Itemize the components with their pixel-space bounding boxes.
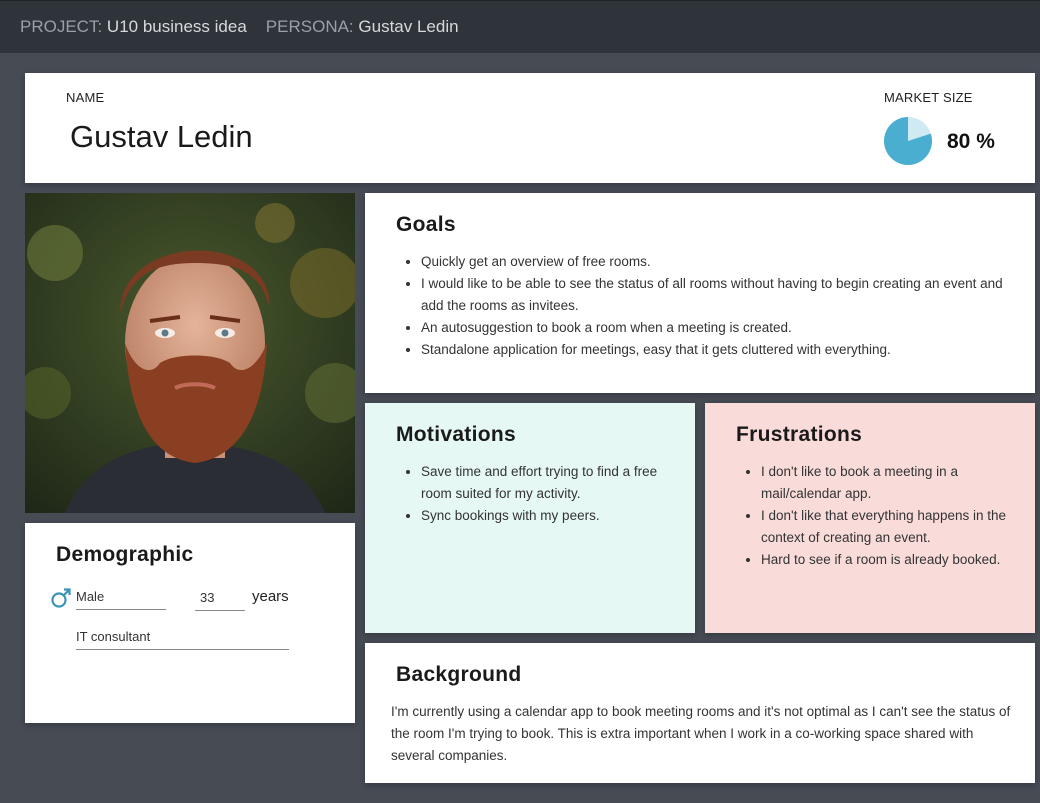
goals-card: Goals Quickly get an overview of free ro… xyxy=(365,193,1035,393)
demographic-card: Demographic Male 33 years IT consultant xyxy=(25,523,355,723)
frustrations-list: I don't like to book a meeting in a mail… xyxy=(736,461,1011,571)
age-unit-label: years xyxy=(252,588,289,605)
market-size-pie-chart xyxy=(884,117,932,165)
motivations-item[interactable]: Sync bookings with my peers. xyxy=(421,505,666,527)
persona-info: PERSONA: Gustav Ledin xyxy=(266,17,459,37)
goals-item[interactable]: An autosuggestion to book a room when a … xyxy=(421,317,1006,339)
motivations-card: Motivations Save time and effort trying … xyxy=(365,403,695,633)
market-size-value[interactable]: 80 % xyxy=(947,130,995,154)
persona-name-field[interactable]: Gustav Ledin xyxy=(70,119,253,155)
motivations-title: Motivations xyxy=(396,423,516,446)
frustrations-item[interactable]: I don't like to book a meeting in a mail… xyxy=(761,461,1011,505)
frustrations-title: Frustrations xyxy=(736,423,863,446)
name-card: NAME Gustav Ledin MARKET SIZE 80 % xyxy=(25,73,1035,183)
gender-field[interactable]: Male xyxy=(76,589,166,610)
goals-item[interactable]: Standalone application for meetings, eas… xyxy=(421,339,1006,361)
male-icon xyxy=(51,588,71,608)
motivations-item[interactable]: Save time and effort trying to find a fr… xyxy=(421,461,666,505)
persona-photo-image xyxy=(25,193,355,513)
motivations-list: Save time and effort trying to find a fr… xyxy=(396,461,666,527)
background-text[interactable]: I'm currently using a calendar app to bo… xyxy=(391,701,1011,767)
age-field[interactable]: 33 xyxy=(195,590,245,611)
frustrations-card: Frustrations I don't like to book a meet… xyxy=(705,403,1035,633)
background-title: Background xyxy=(396,663,522,686)
goals-item[interactable]: Quickly get an overview of free rooms. xyxy=(421,251,1006,273)
background-card: Background I'm currently using a calenda… xyxy=(365,643,1035,783)
goals-item[interactable]: I would like to be able to see the statu… xyxy=(421,273,1006,317)
persona-name: Gustav Ledin xyxy=(358,17,459,36)
goals-list: Quickly get an overview of free rooms. I… xyxy=(396,251,1006,361)
goals-title: Goals xyxy=(396,213,456,236)
name-label: NAME xyxy=(66,90,105,105)
demographic-title: Demographic xyxy=(56,543,194,566)
project-label: PROJECT: xyxy=(20,17,103,36)
top-bar: PROJECT: U10 business idea PERSONA: Gust… xyxy=(0,0,1040,53)
project-info: PROJECT: U10 business idea xyxy=(20,17,247,37)
persona-label: PERSONA: xyxy=(265,17,354,36)
persona-photo[interactable] xyxy=(25,193,355,513)
frustrations-item[interactable]: I don't like that everything happens in … xyxy=(761,505,1011,549)
frustrations-item[interactable]: Hard to see if a room is already booked. xyxy=(761,549,1011,571)
occupation-field[interactable]: IT consultant xyxy=(76,629,289,650)
market-size-label: MARKET SIZE xyxy=(884,90,973,105)
project-name: U10 business idea xyxy=(106,17,247,36)
